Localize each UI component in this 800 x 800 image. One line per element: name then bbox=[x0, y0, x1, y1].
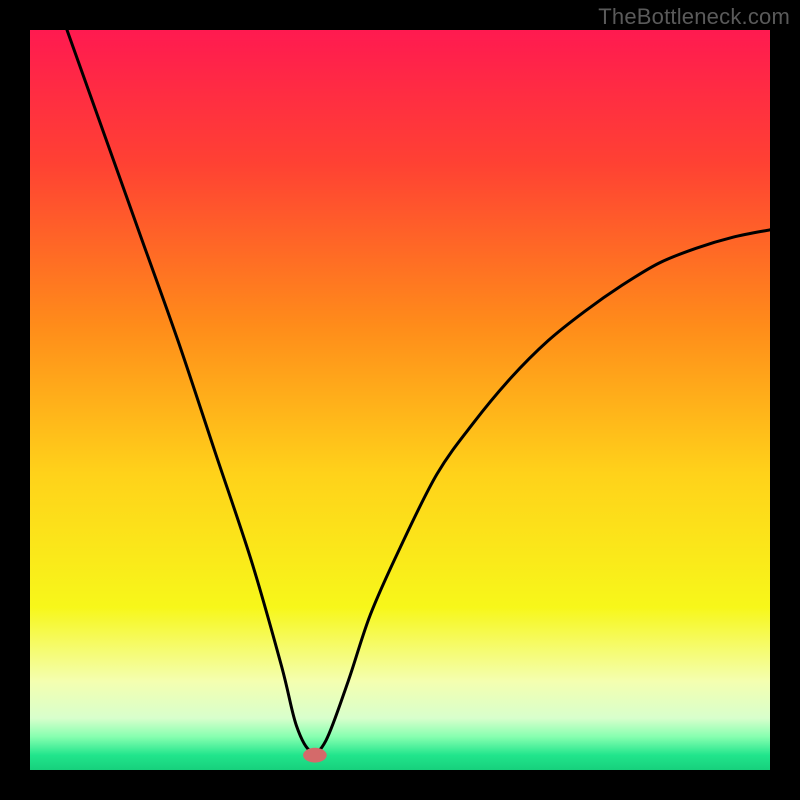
bottleneck-chart bbox=[0, 0, 800, 800]
plot-background bbox=[30, 30, 770, 770]
watermark-text: TheBottleneck.com bbox=[598, 4, 790, 30]
chart-container: TheBottleneck.com bbox=[0, 0, 800, 800]
optimal-marker bbox=[303, 748, 327, 763]
